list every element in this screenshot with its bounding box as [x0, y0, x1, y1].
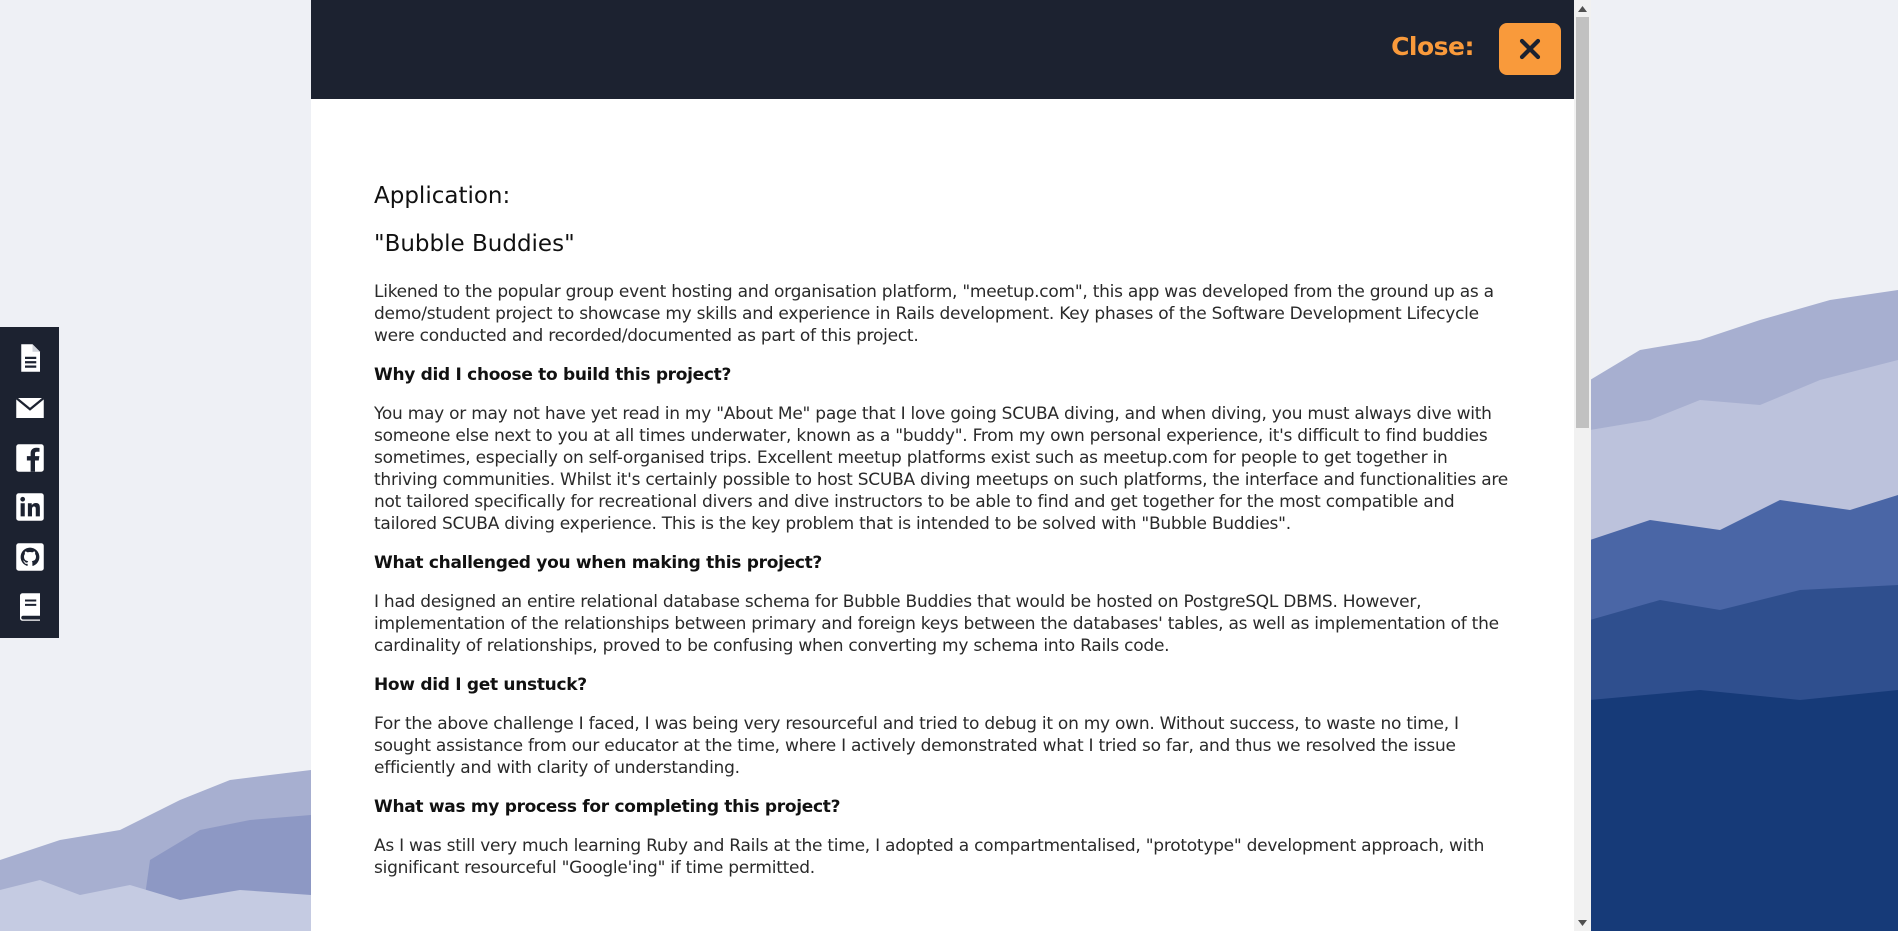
application-label: Application: — [374, 183, 511, 209]
section-heading: How did I get unstuck? — [374, 675, 587, 695]
close-button[interactable] — [1499, 23, 1561, 75]
facebook-link[interactable] — [12, 440, 48, 476]
section-body: You may or may not have yet read in my "… — [374, 404, 1508, 534]
triangle-down-icon — [1578, 919, 1587, 926]
triangle-up-icon — [1578, 5, 1587, 12]
social-sidebar — [0, 327, 59, 638]
project-description: Application: "Bubble Buddies" Likened to… — [374, 170, 1511, 879]
linkedin-link[interactable] — [12, 489, 48, 525]
envelope-icon — [15, 396, 44, 418]
application-name: "Bubble Buddies" — [374, 231, 575, 257]
linkedin-icon — [15, 493, 44, 522]
modal-header: Close: — [311, 0, 1574, 99]
x-icon — [1519, 38, 1541, 60]
resume-link[interactable] — [12, 340, 48, 376]
scroll-down-button[interactable] — [1574, 914, 1591, 931]
book-icon — [19, 593, 40, 621]
modal-scrollbar[interactable] — [1574, 0, 1591, 931]
github-link[interactable] — [12, 539, 48, 575]
section-heading: What was my process for completing this … — [374, 797, 841, 817]
intro-paragraph: Likened to the popular group event hosti… — [374, 282, 1494, 346]
project-modal: Close: Application: "Bubble Buddies" Lik… — [311, 0, 1574, 931]
document-icon — [20, 344, 40, 372]
section-heading: What challenged you when making this pro… — [374, 553, 822, 573]
scroll-thumb[interactable] — [1576, 17, 1589, 428]
scroll-up-button[interactable] — [1574, 0, 1591, 17]
facebook-icon — [15, 443, 44, 472]
close-label: Close: — [1391, 32, 1474, 61]
section-body: As I was still very much learning Ruby a… — [374, 836, 1485, 878]
github-icon — [15, 543, 44, 571]
section-body: For the above challenge I faced, I was b… — [374, 714, 1459, 778]
blog-link[interactable] — [12, 589, 48, 625]
section-body: I had designed an entire relational data… — [374, 592, 1499, 656]
section-heading: Why did I choose to build this project? — [374, 365, 732, 385]
email-link[interactable] — [12, 390, 48, 426]
